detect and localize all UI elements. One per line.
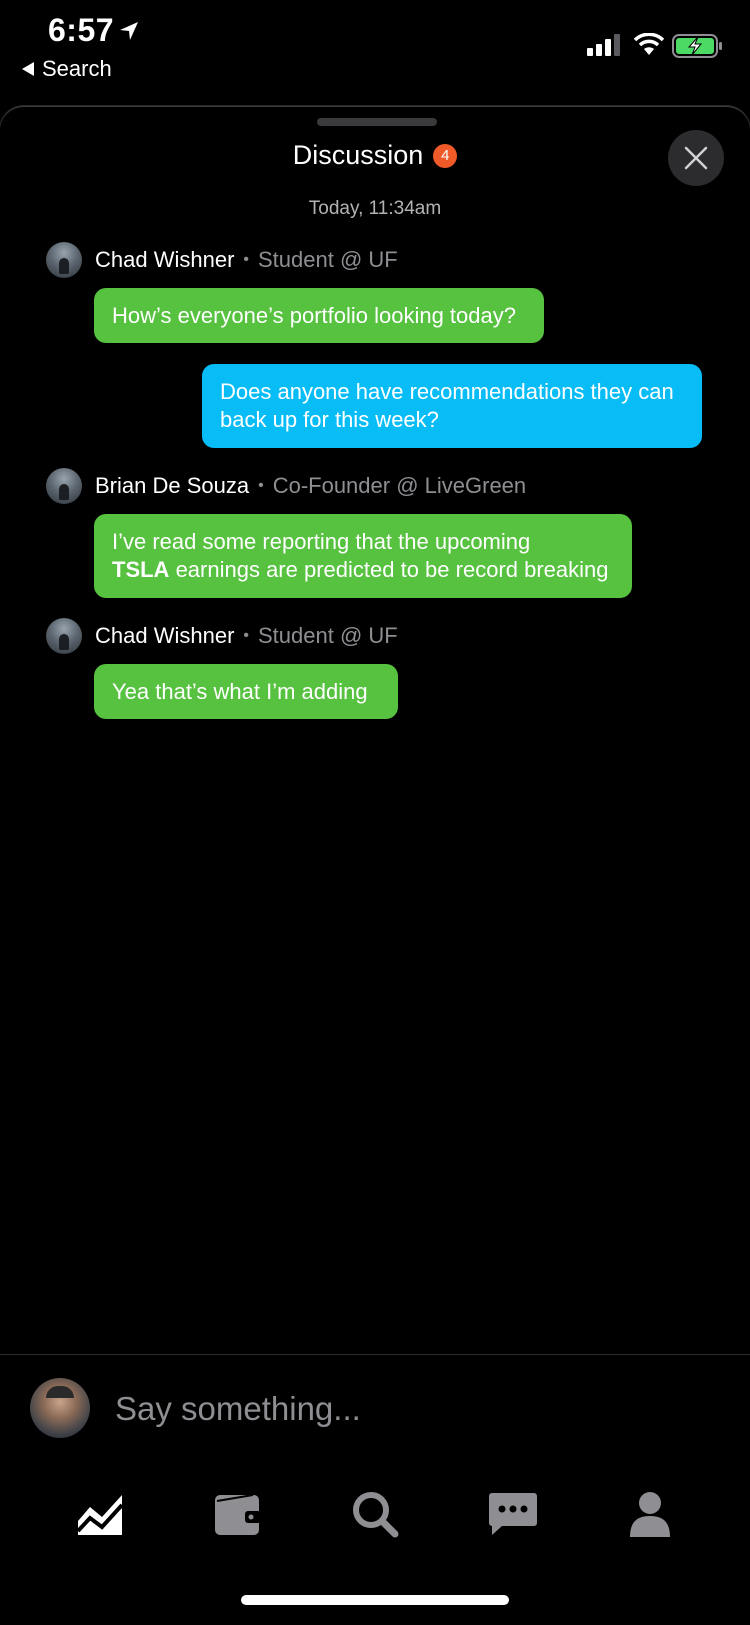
- message-bubble[interactable]: I’ve read some reporting that the upcomi…: [94, 514, 632, 598]
- back-triangle-icon: [22, 62, 34, 76]
- tab-discussions[interactable]: [481, 1482, 545, 1546]
- cellular-signal-icon: [587, 34, 620, 56]
- message-text: Yea that’s what I’m adding: [112, 678, 368, 704]
- unread-count-badge: 4: [433, 143, 458, 168]
- back-to-search-link[interactable]: Search: [22, 56, 112, 82]
- wifi-icon: [633, 33, 665, 55]
- message-text-line: TSLA earnings are predicted to be record…: [112, 556, 614, 584]
- own-message-bubble[interactable]: Does anyone have recommendations they ca…: [202, 364, 702, 448]
- message-sender: Brian De Souza • Co-Founder @ LiveGreen: [46, 468, 526, 504]
- home-indicator[interactable]: [241, 1595, 509, 1605]
- wallet-icon: [215, 1494, 261, 1535]
- message-sender: Chad Wishner • Student @ UF: [46, 242, 398, 278]
- avatar[interactable]: [46, 618, 82, 654]
- sheet-grabber[interactable]: [317, 118, 437, 126]
- message-text-line: I’ve read some reporting that the upcomi…: [112, 529, 531, 554]
- sender-role: Co-Founder @ LiveGreen: [272, 473, 527, 498]
- chat-icon: [489, 1493, 537, 1535]
- location-arrow-icon: [120, 22, 138, 40]
- status-time: 6:57: [48, 12, 115, 48]
- message-bubble[interactable]: Yea that’s what I’m adding: [94, 664, 398, 719]
- close-button[interactable]: [668, 130, 724, 186]
- separator-dot: •: [243, 627, 249, 644]
- current-user-avatar[interactable]: [30, 1378, 90, 1438]
- sender-role: Student @ UF: [258, 623, 398, 648]
- conversation-timestamp: Today, 11:34am: [308, 198, 442, 219]
- tab-search[interactable]: [343, 1482, 407, 1546]
- tab-profile[interactable]: [618, 1482, 682, 1546]
- message-sender: Chad Wishner • Student @ UF: [46, 618, 398, 654]
- sender-name[interactable]: Brian De Souza: [95, 473, 249, 499]
- search-icon: [353, 1492, 399, 1538]
- separator-dot: •: [258, 477, 264, 494]
- message-input[interactable]: [113, 1386, 677, 1432]
- chart-icon: [76, 1495, 124, 1535]
- composer-divider: [0, 1354, 750, 1355]
- tab-wallet[interactable]: [205, 1482, 269, 1546]
- ticker-symbol[interactable]: TSLA: [112, 557, 169, 582]
- profile-icon: [630, 1492, 670, 1537]
- message-text: How’s everyone’s portfolio looking today…: [112, 302, 516, 328]
- tab-markets[interactable]: [68, 1482, 132, 1546]
- tab-bar: [0, 1482, 750, 1552]
- message-bubble[interactable]: How’s everyone’s portfolio looking today…: [94, 288, 544, 343]
- avatar[interactable]: [46, 468, 82, 504]
- page-title: Discussion: [292, 140, 424, 170]
- message-text-line: back up for this week?: [220, 407, 439, 432]
- battery-charging-icon: [672, 34, 722, 58]
- close-icon: [684, 146, 708, 170]
- sender-name[interactable]: Chad Wishner: [95, 623, 234, 649]
- avatar[interactable]: [46, 242, 82, 278]
- sender-role: Student @ UF: [258, 247, 398, 272]
- sender-name[interactable]: Chad Wishner: [95, 247, 234, 273]
- separator-dot: •: [243, 251, 249, 268]
- discussion-header: Discussion 4: [0, 140, 750, 171]
- back-label: Search: [42, 56, 112, 81]
- message-text-line: Does anyone have recommendations they ca…: [220, 379, 674, 404]
- message-text-rest: earnings are predicted to be record brea…: [169, 557, 609, 582]
